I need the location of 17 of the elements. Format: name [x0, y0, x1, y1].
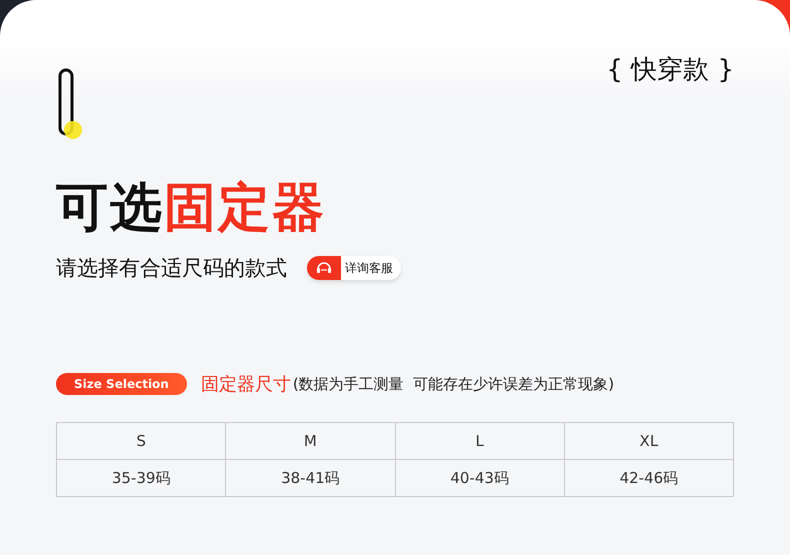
subtitle: 请选择有合适尺码的款式 — [56, 255, 287, 282]
table-cell: 38-41码 — [226, 460, 395, 496]
table-header-cell: L — [395, 422, 564, 460]
table-cell: 40-43码 — [395, 460, 564, 496]
size-heading: 固定器尺寸 — [200, 373, 291, 396]
customer-service-button[interactable]: 详询客服 — [307, 256, 401, 280]
table-cell: 35-39码 — [56, 460, 226, 496]
size-selection-badge: Size Selection — [56, 373, 187, 395]
table-header-cell: S — [56, 422, 226, 460]
size-note: (数据为手工测量 可能存在少许误差为正常现象) — [292, 374, 614, 394]
capsule-icon — [58, 68, 84, 142]
table-header-cell: XL — [564, 422, 734, 460]
style-tag: { 快穿款 } — [606, 52, 734, 142]
page-title: 可选固定器 — [56, 177, 327, 240]
table-cell: 42-46码 — [564, 460, 734, 496]
headset-icon — [315, 260, 333, 276]
table-header-cell: M — [226, 422, 395, 460]
